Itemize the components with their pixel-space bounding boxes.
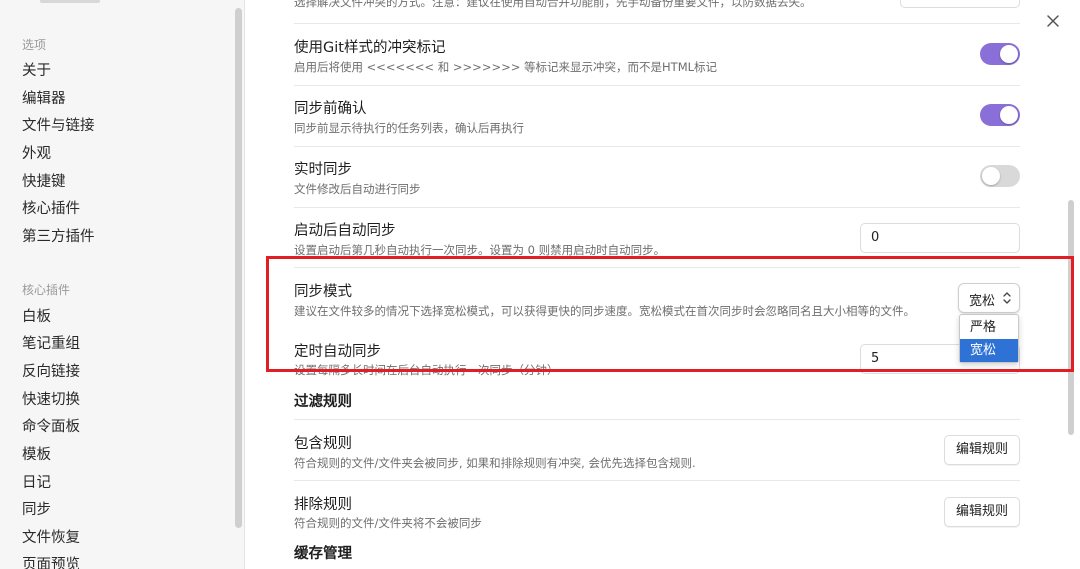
conflict-strategy-desc: 选择解决文件冲突的方式。注意：建议在使用自动合并功能前，先手动备份重要文件，以防…	[294, 0, 812, 9]
sidebar-item-sync[interactable]: 同步	[22, 500, 51, 520]
setting-include-rules: 包含规则 符合规则的文件/文件夹会被同步, 如果和排除规则有冲突, 会优先选择包…	[294, 419, 1020, 480]
sidebar-item-templates[interactable]: 模板	[22, 445, 51, 465]
startup-sync-delay-input[interactable]: 0	[860, 223, 1020, 253]
setting-desc: 设置启动后第几秒自动执行一次同步。设置为 0 则禁用启动时自动同步。	[294, 243, 666, 257]
setting-desc: 文件修改后自动进行同步	[294, 182, 421, 196]
setting-desc: 符合规则的文件/文件夹会被同步, 如果和排除规则有冲突, 会优先选择包含规则.	[294, 456, 696, 470]
setting-title: 包含规则	[294, 436, 352, 452]
setting-title: 同步模式	[294, 284, 352, 300]
setting-desc: 同步前显示待执行的任务列表，确认后再执行	[294, 121, 524, 135]
git-markers-toggle[interactable]	[980, 43, 1020, 65]
setting-sync-mode: 同步模式 建议在文件较多的情况下选择宽松模式，可以获得更快的同步速度。宽松模式在…	[294, 267, 1020, 328]
setting-title: 实时同步	[294, 162, 352, 178]
sidebar-item-quick-switcher[interactable]: 快速切换	[22, 390, 80, 410]
sync-mode-dropdown: 严格 宽松	[959, 314, 1019, 363]
settings-sidebar: 选项 关于 编辑器 文件与链接 外观 快捷键 核心插件 第三方插件 核心插件 白…	[0, 0, 245, 569]
toggle-knob	[1000, 45, 1018, 63]
sidebar-item-command-palette[interactable]: 命令面板	[22, 417, 80, 437]
setting-desc: 符合规则的文件/文件夹将不会被同步	[294, 516, 482, 530]
setting-title: 定时自动同步	[294, 344, 381, 360]
toggle-knob	[1000, 106, 1018, 124]
sync-mode-select[interactable]: 宽松	[958, 283, 1020, 313]
sidebar-section-options: 选项	[22, 38, 47, 52]
setting-desc: 设置每隔多长时间在后台自动执行一次同步（分钟）	[294, 363, 559, 377]
chevron-updown-icon	[1003, 292, 1011, 304]
setting-exclude-rules: 排除规则 符合规则的文件/文件夹将不会被同步 编辑规则	[294, 480, 1020, 541]
setting-git-markers: 使用Git样式的冲突标记 启用后将使用 <<<<<<< 和 >>>>>>> 等标…	[294, 23, 1020, 85]
edit-include-rules-button[interactable]: 编辑规则	[943, 435, 1020, 465]
content-scrollbar[interactable]	[1068, 200, 1074, 435]
cache-management-header: 缓存管理	[294, 546, 352, 562]
sidebar-item-canvas[interactable]: 白板	[22, 307, 51, 327]
setting-desc: 建议在文件较多的情况下选择宽松模式，可以获得更快的同步速度。宽松模式在首次同步时…	[294, 304, 915, 318]
confirm-before-sync-toggle[interactable]	[980, 104, 1020, 126]
conflict-strategy-control[interactable]	[900, 0, 1020, 8]
sidebar-item-note-composer[interactable]: 笔记重组	[22, 334, 80, 354]
sidebar-top-edge-2	[80, 0, 96, 3]
setting-timed-sync: 定时自动同步 设置每隔多长时间在后台自动执行一次同步（分钟） 5	[294, 328, 1020, 380]
toggle-knob	[982, 167, 1000, 185]
sidebar-item-file-recovery[interactable]: 文件恢复	[22, 528, 80, 548]
edit-exclude-rules-button[interactable]: 编辑规则	[943, 497, 1020, 527]
realtime-sync-toggle[interactable]	[980, 165, 1020, 187]
setting-confirm-before-sync: 同步前确认 同步前显示待执行的任务列表，确认后再执行	[294, 85, 1020, 146]
sync-mode-option-strict[interactable]: 严格	[960, 316, 1018, 339]
sidebar-scrollbar[interactable]	[235, 8, 242, 528]
sync-mode-selected: 宽松	[969, 294, 996, 309]
sidebar-item-editor[interactable]: 编辑器	[22, 89, 66, 109]
setting-title: 使用Git样式的冲突标记	[294, 40, 446, 56]
sidebar-item-core-plugins[interactable]: 核心插件	[22, 199, 80, 219]
setting-startup-sync: 启动后自动同步 设置启动后第几秒自动执行一次同步。设置为 0 则禁用启动时自动同…	[294, 207, 1020, 267]
sidebar-item-daily-notes[interactable]: 日记	[22, 473, 51, 493]
sidebar-item-backlinks[interactable]: 反向链接	[22, 362, 80, 382]
setting-desc: 启用后将使用 <<<<<<< 和 >>>>>>> 等标记来显示冲突，而不是HTM…	[294, 60, 718, 74]
filter-rules-header: 过滤规则	[294, 394, 352, 410]
sidebar-item-files-links[interactable]: 文件与链接	[22, 116, 95, 136]
setting-title: 排除规则	[294, 497, 352, 513]
settings-content: 选择解决文件冲突的方式。注意：建议在使用自动合并功能前，先手动备份重要文件，以防…	[246, 0, 1080, 569]
setting-title: 启动后自动同步	[294, 223, 396, 239]
sidebar-item-community-plugins[interactable]: 第三方插件	[22, 227, 95, 247]
setting-realtime-sync: 实时同步 文件修改后自动进行同步	[294, 146, 1020, 207]
close-icon[interactable]	[1044, 12, 1062, 30]
setting-title: 同步前确认	[294, 101, 367, 117]
sidebar-item-about[interactable]: 关于	[22, 61, 51, 81]
sidebar-section-core-plugins: 核心插件	[22, 283, 71, 297]
sidebar-item-hotkeys[interactable]: 快捷键	[22, 172, 66, 192]
sidebar-item-appearance[interactable]: 外观	[22, 144, 51, 164]
sidebar-item-page-preview[interactable]: 页面预览	[22, 555, 80, 569]
sync-mode-option-loose[interactable]: 宽松	[960, 339, 1018, 362]
